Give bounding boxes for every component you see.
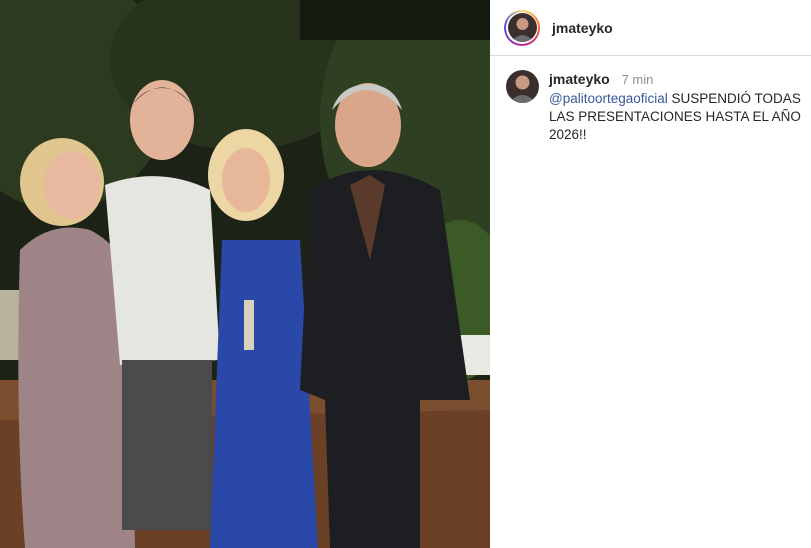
- comment-text: @palitoortegaoficial SUSPENDIÓ TODAS LAS…: [549, 90, 809, 144]
- header-username[interactable]: jmateyko: [552, 20, 613, 36]
- post-header: jmateyko: [490, 0, 811, 56]
- comment-avatar[interactable]: [506, 70, 539, 103]
- comment-username[interactable]: jmateyko: [549, 71, 610, 87]
- post-panel: jmateyko jmateyko 7 min @palitoortegaofi…: [490, 0, 811, 548]
- comment-timestamp[interactable]: 7 min: [622, 72, 654, 87]
- post-photo[interactable]: [0, 0, 490, 548]
- avatar-icon: [507, 13, 537, 42]
- mention-link[interactable]: @palitoortegaoficial: [549, 91, 668, 106]
- profile-avatar[interactable]: [504, 9, 540, 46]
- caption-comment: jmateyko 7 min @palitoortegaoficial SUSP…: [490, 56, 811, 144]
